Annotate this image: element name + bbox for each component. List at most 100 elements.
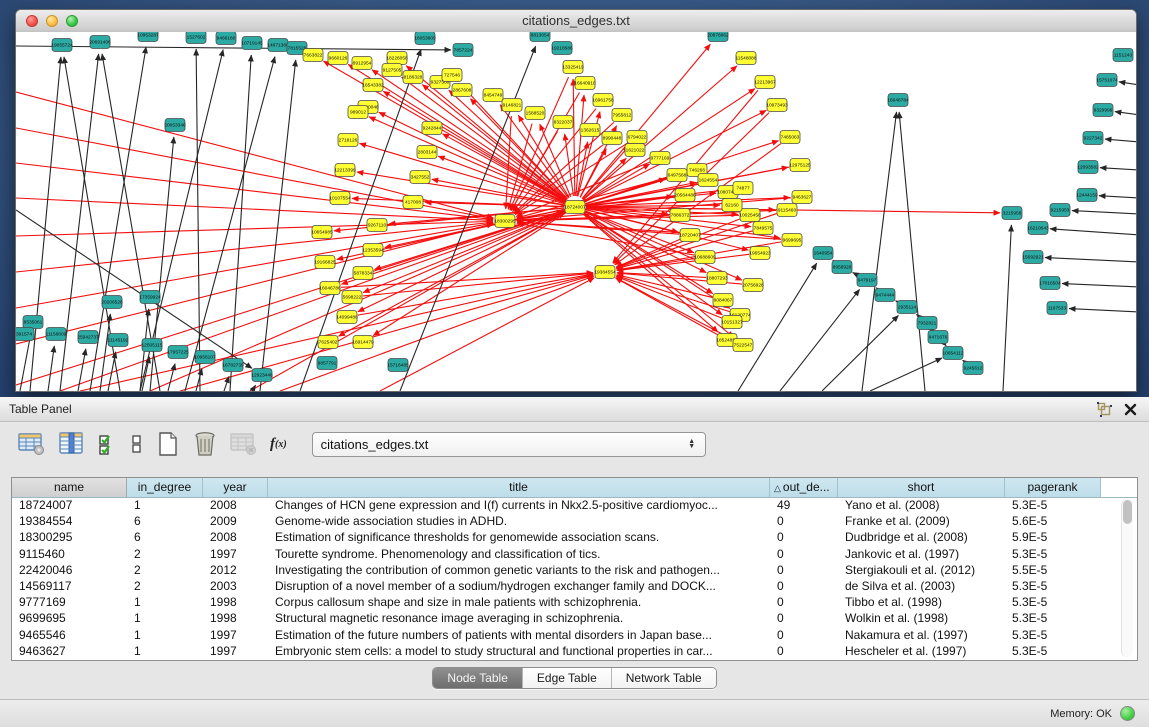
graph-node[interactable]: 15692921 [1022, 251, 1044, 264]
graph-node[interactable]: 1362615 [580, 124, 600, 137]
graph-edge[interactable] [963, 360, 965, 361]
graph-edge[interactable] [60, 211, 564, 391]
graph-node[interactable]: 16210643 [1027, 222, 1049, 235]
table-cell[interactable]: 5.3E-5 [1005, 579, 1101, 593]
graph-node[interactable]: 7625402 [318, 336, 338, 349]
graph-edge[interactable] [822, 315, 898, 391]
graph-node[interactable]: 12444159 [1076, 189, 1098, 202]
graph-node[interactable]: 6794022 [627, 131, 647, 144]
table-cell[interactable]: 1 [127, 595, 203, 609]
graph-edge[interactable] [100, 314, 110, 391]
graph-node[interactable]: 16648784 [887, 94, 909, 107]
graph-edge[interactable] [196, 49, 200, 391]
graph-node[interactable]: 18724007 [564, 201, 586, 214]
table-cell[interactable]: 2008 [203, 530, 268, 544]
graph-node[interactable]: 9215953 [1050, 204, 1070, 217]
table-cell[interactable]: Investigating the contribution of common… [268, 563, 770, 577]
tab-edge-table[interactable]: Edge Table [523, 668, 612, 688]
table-row[interactable]: 946362711997Embryonic stem cells: a mode… [12, 643, 1137, 659]
table-cell[interactable]: 9463627 [12, 644, 127, 658]
column-header-in_degree[interactable]: in_degree [127, 478, 203, 497]
graph-node[interactable]: 19166825 [314, 256, 336, 269]
graph-edge[interactable] [48, 346, 54, 391]
graph-node[interactable]: 10107554 [329, 192, 351, 205]
graph-edge[interactable] [853, 273, 858, 275]
table-cell[interactable]: 5.9E-5 [1005, 530, 1101, 544]
graph-node[interactable]: 6497568 [667, 169, 687, 182]
graph-node[interactable]: 7857224 [453, 44, 473, 57]
table-cell[interactable]: 0 [770, 530, 838, 544]
graph-node[interactable]: 12093582 [1077, 161, 1099, 174]
table-cell[interactable]: 2012 [203, 563, 268, 577]
table-cell[interactable]: Disruption of a novel member of a sodium… [268, 579, 770, 593]
graph-node[interactable]: 11145192 [108, 334, 129, 347]
graph-edge[interactable] [180, 275, 593, 391]
graph-node[interactable]: 417008 [403, 196, 423, 209]
graph-node[interactable]: 2867608 [452, 84, 472, 97]
graph-edge[interactable] [16, 223, 493, 308]
table-cell[interactable]: 1997 [203, 628, 268, 642]
table-row[interactable]: 946554611997Estimation of the future num… [12, 627, 1137, 643]
table-cell[interactable]: 6 [127, 530, 203, 544]
graph-node[interactable]: 1624554 [698, 174, 718, 187]
graph-node[interactable]: 12923448 [251, 369, 273, 382]
table-cell[interactable]: 0 [770, 579, 838, 593]
table-cell[interactable]: 2009 [203, 514, 268, 528]
table-cell[interactable]: 5.3E-5 [1005, 498, 1101, 512]
column-header-year[interactable]: year [203, 478, 268, 497]
graph-node[interactable]: 20691406 [89, 36, 111, 49]
graph-node[interactable]: 8322037 [553, 116, 573, 129]
delete-icon[interactable] [193, 430, 217, 458]
graph-node[interactable]: 7522547 [733, 339, 753, 352]
table-cell[interactable]: 1997 [203, 547, 268, 561]
table-row[interactable]: 1830029562008Estimation of significance … [12, 529, 1137, 545]
table-cell[interactable]: 2 [127, 563, 203, 577]
graph-edge[interactable] [16, 221, 493, 236]
table-cell[interactable]: 1998 [203, 595, 268, 609]
table-cell[interactable]: 5.6E-5 [1005, 514, 1101, 528]
graph-node[interactable]: 9466160 [216, 32, 236, 45]
graph-node[interactable]: 9474444 [875, 289, 895, 302]
table-cell[interactable]: 1 [127, 644, 203, 658]
graph-node[interactable]: 16053809 [414, 32, 436, 45]
table-cell[interactable]: 19384554 [12, 514, 127, 528]
graph-node[interactable]: 62160 [722, 199, 742, 212]
tab-node-table[interactable]: Node Table [433, 668, 523, 688]
graph-node[interactable]: 10151327 [721, 316, 743, 329]
table-cell[interactable]: Hescheler et al. (1997) [838, 644, 1005, 658]
table-cell[interactable]: Embryonic stem cells: a model to study s… [268, 644, 770, 658]
clear-selection-icon[interactable] [131, 430, 143, 458]
table-cell[interactable]: 14569117 [12, 579, 127, 593]
column-header-name[interactable]: name [12, 478, 127, 497]
graph-node[interactable]: 9699695 [782, 234, 802, 247]
graph-node[interactable]: 1621022 [625, 144, 645, 157]
graph-node[interactable]: 1640954 [813, 247, 833, 260]
graph-edge[interactable] [230, 55, 251, 391]
table-cell[interactable]: Tourette syndrome. Phenomenology and cla… [268, 547, 770, 561]
table-cell[interactable]: 2008 [203, 498, 268, 512]
table-cell[interactable]: 49 [770, 498, 838, 512]
graph-node[interactable]: 12213399 [334, 164, 356, 177]
graph-edge[interactable] [780, 289, 860, 391]
graph-node[interactable]: 7485063 [780, 131, 800, 144]
graph-node[interactable]: 5698222 [342, 291, 362, 304]
graph-node[interactable]: 8454749 [483, 89, 503, 102]
graph-node[interactable]: 1588520 [525, 107, 545, 120]
graph-edge[interactable] [899, 112, 925, 391]
graph-node[interactable]: 16046786 [319, 282, 341, 295]
graph-node[interactable]: 2718126 [338, 134, 358, 147]
network-canvas[interactable]: 1905572420691406109532871527602946616010… [16, 32, 1136, 391]
table-cell[interactable]: 18724007 [12, 498, 127, 512]
graph-node[interactable]: 9115460 [777, 204, 797, 217]
graph-node[interactable]: 10958107 [194, 351, 216, 364]
table-cell[interactable]: 1 [127, 498, 203, 512]
close-panel-icon[interactable] [1124, 403, 1137, 416]
graph-node[interactable]: 20564486 [674, 189, 696, 202]
graph-node[interactable]: 16914479 [352, 336, 374, 349]
graph-edge[interactable] [573, 79, 575, 196]
graph-node[interactable]: 20876862 [707, 32, 729, 42]
graph-node[interactable]: 6479197 [857, 274, 877, 287]
table-cell[interactable]: 1 [127, 611, 203, 625]
float-panel-icon[interactable] [1097, 402, 1112, 417]
graph-edge[interactable] [1045, 258, 1136, 262]
